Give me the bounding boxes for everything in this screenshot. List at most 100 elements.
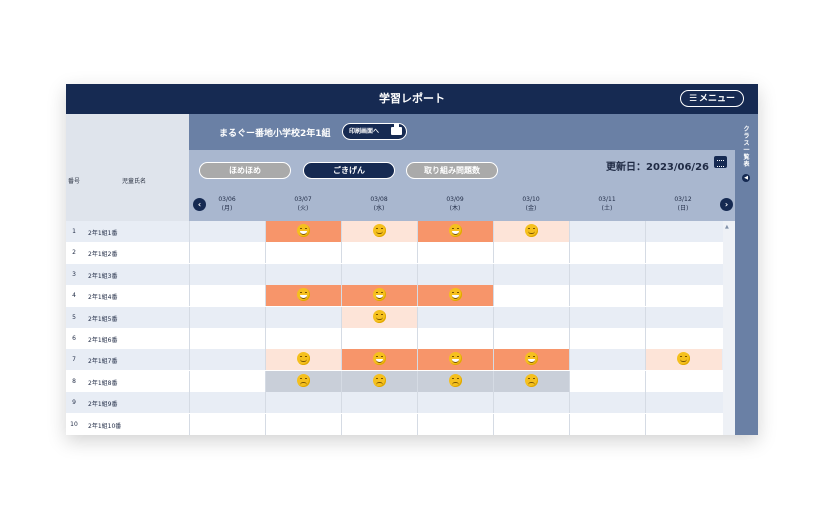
mood-cell[interactable] [417, 306, 494, 328]
table-row[interactable]: 7 2年1組7番 [66, 349, 723, 371]
mood-cell[interactable] [645, 413, 722, 435]
filter-gokigen[interactable]: ごきげん [303, 162, 395, 179]
mood-cell[interactable] [341, 370, 418, 392]
page-title: 学習レポート [379, 92, 445, 105]
mood-cell[interactable] [417, 221, 494, 242]
mood-cell[interactable] [417, 370, 494, 392]
mood-cell[interactable] [569, 306, 646, 328]
table-row[interactable]: 10 2年1組10番 [66, 413, 723, 435]
day-header: 03/06 (月) [189, 195, 265, 213]
mood-cell[interactable] [493, 328, 570, 349]
mood-cell[interactable] [417, 242, 494, 264]
calendar-icon[interactable] [714, 156, 727, 168]
mood-cell[interactable] [645, 306, 722, 328]
table-row[interactable]: 5 2年1組5番 [66, 306, 723, 328]
mood-cell[interactable] [341, 263, 418, 285]
filter-problem-count[interactable]: 取り組み問題数 [406, 162, 498, 179]
mood-cell[interactable] [493, 221, 570, 242]
mood-cell[interactable] [189, 263, 266, 285]
mood-cell[interactable] [645, 221, 722, 242]
mood-cell[interactable] [645, 370, 722, 392]
scrollbar[interactable]: ▲ [723, 221, 735, 435]
mood-cell[interactable] [265, 285, 342, 307]
collapse-icon[interactable]: ◀ [742, 174, 750, 182]
mood-cell[interactable] [417, 328, 494, 349]
menu-button[interactable]: ☰ メニュー [680, 90, 744, 107]
mood-cell[interactable] [645, 392, 722, 414]
sad-face-icon [373, 373, 386, 387]
mood-cell[interactable] [265, 242, 342, 264]
print-button[interactable]: 印刷画面へ [342, 123, 407, 140]
mood-cell[interactable] [569, 221, 646, 242]
mood-cell[interactable] [265, 413, 342, 435]
mood-cell[interactable] [493, 349, 570, 371]
mood-cell[interactable] [341, 328, 418, 349]
table-row[interactable]: 3 2年1組3番 [66, 263, 723, 285]
mood-cell[interactable] [417, 263, 494, 285]
mood-cell[interactable] [341, 221, 418, 242]
mood-cell[interactable] [493, 242, 570, 264]
mood-cell[interactable] [417, 392, 494, 414]
mood-cell[interactable] [189, 306, 266, 328]
mood-cell[interactable] [645, 349, 722, 371]
mood-cell[interactable] [189, 370, 266, 392]
mood-cell[interactable] [189, 285, 266, 307]
mood-cell[interactable] [569, 285, 646, 307]
scroll-up-icon[interactable]: ▲ [725, 224, 729, 230]
mood-cell[interactable] [493, 285, 570, 307]
grin-face-icon [373, 352, 386, 366]
class-list-sidebar[interactable]: クラス一覧表 ◀ [735, 114, 758, 435]
mood-cell[interactable] [189, 413, 266, 435]
table-row[interactable]: 6 2年1組6番 [66, 328, 723, 349]
mood-cell[interactable] [265, 392, 342, 414]
mood-cell[interactable] [341, 285, 418, 307]
mood-cell[interactable] [417, 285, 494, 307]
table-row[interactable]: 9 2年1組9番 [66, 392, 723, 414]
mood-cell[interactable] [569, 392, 646, 414]
mood-cell[interactable] [189, 349, 266, 371]
mood-cell[interactable] [417, 413, 494, 435]
mood-cell[interactable] [265, 263, 342, 285]
day-header: 03/09 (木) [417, 195, 493, 213]
mood-cell[interactable] [341, 392, 418, 414]
mood-cell[interactable] [493, 413, 570, 435]
day-of-week: (火) [297, 205, 309, 212]
mood-cell[interactable] [569, 263, 646, 285]
mood-cell[interactable] [569, 413, 646, 435]
mood-cell[interactable] [265, 370, 342, 392]
mood-cell[interactable] [493, 306, 570, 328]
next-week-button[interactable]: › [720, 198, 733, 211]
mood-cell[interactable] [341, 306, 418, 328]
mood-cell[interactable] [265, 349, 342, 371]
mood-cell[interactable] [189, 328, 266, 349]
mood-cell[interactable] [417, 349, 494, 371]
mood-cell[interactable] [493, 392, 570, 414]
mood-cell[interactable] [569, 328, 646, 349]
mood-cell[interactable] [645, 242, 722, 264]
mood-cell[interactable] [265, 306, 342, 328]
day-header: 03/10 (金) [493, 195, 569, 213]
mood-cell[interactable] [265, 221, 342, 242]
mood-cell[interactable] [189, 392, 266, 414]
mood-cell[interactable] [265, 328, 342, 349]
table-row[interactable]: 2 2年1組2番 [66, 242, 723, 264]
table-row[interactable]: 8 2年1組8番 [66, 370, 723, 392]
mood-cell[interactable] [645, 285, 722, 307]
table-row[interactable]: 4 2年1組4番 [66, 285, 723, 307]
mood-cell[interactable] [341, 242, 418, 264]
student-number: 1 [72, 228, 76, 235]
mood-cell[interactable] [569, 370, 646, 392]
mood-cell[interactable] [569, 242, 646, 264]
mood-cell[interactable] [493, 370, 570, 392]
mood-cell[interactable] [569, 349, 646, 371]
mood-cell[interactable] [645, 263, 722, 285]
mood-cell[interactable] [189, 242, 266, 264]
mood-cell[interactable] [645, 328, 722, 349]
table-row[interactable]: 1 2年1組1番 [66, 221, 723, 242]
filter-homehome[interactable]: ほめほめ [199, 162, 291, 179]
mood-cell[interactable] [493, 263, 570, 285]
mood-cell[interactable] [341, 413, 418, 435]
mood-cell[interactable] [341, 349, 418, 371]
mood-cell[interactable] [189, 221, 266, 242]
grin-face-icon [449, 288, 462, 302]
